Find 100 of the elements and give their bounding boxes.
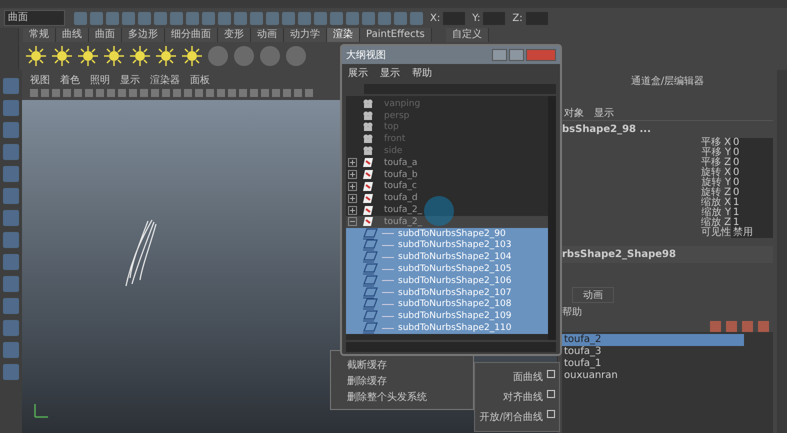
toolbar-icon[interactable] — [138, 12, 151, 24]
light-icon[interactable] — [155, 45, 177, 67]
toolbar-icon[interactable] — [122, 12, 135, 24]
outliner-item[interactable]: toufa_c — [384, 181, 417, 192]
tool-icon[interactable] — [3, 276, 19, 292]
panel-menu[interactable]: 显示 — [120, 73, 140, 85]
tool-icon[interactable] — [3, 298, 19, 314]
menu-item[interactable]: 截断缓存 — [331, 357, 473, 373]
channel-value[interactable]: 0 — [731, 178, 773, 188]
light-icon[interactable] — [51, 45, 73, 67]
tool-icon[interactable] — [3, 78, 19, 94]
layer-row[interactable]: ouxuanran — [562, 370, 744, 382]
tool-icon[interactable] — [3, 232, 19, 248]
toolbar-icon[interactable] — [330, 12, 343, 24]
toolbar-icon[interactable] — [362, 12, 375, 24]
channel-value[interactable]: 0 — [731, 188, 773, 198]
expand-toggle[interactable] — [348, 194, 357, 203]
scrollbar[interactable] — [548, 96, 556, 340]
tool-icon[interactable] — [3, 100, 19, 116]
tool-icon[interactable] — [3, 320, 19, 336]
shelf-tab[interactable]: 多边形 — [122, 28, 165, 42]
channel-menu[interactable]: 对象 — [564, 106, 584, 120]
expand-toggle[interactable] — [348, 217, 357, 226]
toolbar-icon[interactable] — [314, 12, 327, 24]
window-menu[interactable]: 显示 — [380, 66, 400, 80]
light-icon[interactable] — [25, 45, 47, 67]
option-box-icon[interactable] — [547, 370, 555, 378]
expand-toggle[interactable] — [348, 170, 357, 180]
shelf-tab[interactable]: 动画 — [251, 28, 284, 42]
minimize-button[interactable] — [492, 49, 507, 61]
menu-item[interactable]: 删除缓存 — [331, 373, 473, 389]
sphere-icon[interactable] — [233, 45, 255, 67]
menu-item[interactable]: 面曲线 — [513, 370, 543, 384]
option-box-icon[interactable] — [547, 390, 555, 398]
help-menu[interactable]: 帮助 — [562, 303, 773, 321]
sphere-icon[interactable] — [259, 45, 281, 67]
coord-field[interactable] — [443, 12, 466, 24]
layer-tool-icon[interactable] — [710, 321, 721, 332]
toolbar-icon[interactable] — [202, 12, 215, 24]
expand-toggle[interactable] — [348, 182, 357, 191]
shelf-tab[interactable]: 自定义 — [446, 28, 489, 42]
toolbar-icon[interactable] — [154, 12, 167, 24]
layer-row[interactable]: toufa_2 — [562, 334, 744, 346]
outliner-item[interactable]: toufa_b — [384, 170, 418, 180]
light-icon[interactable] — [103, 45, 125, 67]
toolbar-icon[interactable] — [170, 12, 183, 24]
channel-value[interactable]: 0 — [731, 148, 773, 158]
toolbar-icon[interactable] — [186, 12, 199, 24]
tool-icon[interactable] — [3, 166, 19, 182]
layer-tool-icon[interactable] — [726, 321, 737, 332]
channel-value[interactable]: 0 — [731, 158, 773, 168]
layer-row[interactable]: toufa_3 — [562, 346, 744, 358]
outliner-item[interactable]: toufa_2_ — [384, 205, 422, 216]
mode-dropdown[interactable]: 曲面 — [4, 10, 65, 26]
sphere-icon[interactable] — [285, 45, 307, 67]
panel-menu[interactable]: 照明 — [90, 73, 110, 85]
expand-toggle[interactable] — [348, 206, 357, 215]
layer-row[interactable]: toufa_1 — [562, 358, 744, 370]
channel-value[interactable]: 1 — [731, 198, 773, 208]
maximize-button[interactable] — [509, 49, 524, 61]
toolbar-icon[interactable] — [74, 12, 87, 24]
outliner-item[interactable]: toufa_d — [384, 193, 418, 204]
channel-value[interactable]: 0 — [731, 168, 773, 178]
outliner-item[interactable]: toufa_a — [384, 158, 418, 168]
toolbar-icon[interactable] — [90, 12, 103, 24]
layer-tool-icon[interactable] — [758, 321, 769, 332]
tool-icon[interactable] — [3, 210, 19, 226]
light-icon[interactable] — [181, 45, 203, 67]
panel-menu[interactable]: 着色 — [60, 73, 80, 85]
option-box-icon[interactable] — [547, 410, 555, 418]
panel-menu[interactable]: 面板 — [190, 73, 210, 85]
close-button[interactable] — [526, 49, 556, 61]
toolbar-icon[interactable] — [266, 12, 279, 24]
expand-toggle[interactable] — [348, 158, 357, 168]
panel-menu[interactable]: 视图 — [30, 73, 50, 85]
layer-tab[interactable]: 动画 — [572, 287, 614, 303]
shelf-tab[interactable]: 曲线 — [56, 28, 89, 42]
tool-icon[interactable] — [3, 144, 19, 160]
toolbar-icon[interactable] — [282, 12, 295, 24]
tool-icon[interactable] — [3, 188, 19, 204]
shelf-tab[interactable]: 渲染 — [327, 28, 360, 42]
toolbar-icon[interactable] — [298, 12, 311, 24]
menu-item[interactable]: 对齐曲线 — [503, 390, 543, 404]
tool-icon[interactable] — [3, 364, 19, 380]
coord-field[interactable] — [483, 12, 506, 24]
coord-field[interactable] — [526, 12, 548, 24]
shelf-tab[interactable]: PaintEffects — [360, 28, 432, 42]
window-menu[interactable]: 帮助 — [412, 66, 432, 80]
channel-value[interactable]: 0 — [731, 138, 773, 148]
toolbar-icon[interactable] — [218, 12, 231, 24]
channel-value[interactable]: 1 — [731, 208, 773, 218]
shelf-tab[interactable]: 细分曲面 — [165, 28, 218, 42]
channel-value[interactable]: 1 — [731, 218, 773, 228]
toolbar-icon[interactable] — [378, 12, 391, 24]
toolbar-icon[interactable] — [346, 12, 359, 24]
menu-item[interactable]: 删除整个头发系统 — [331, 389, 473, 405]
shelf-tab[interactable]: 曲面 — [89, 28, 122, 42]
shelf-tab[interactable]: 变形 — [218, 28, 251, 42]
toolbar-icon[interactable] — [394, 12, 407, 24]
layer-tool-icon[interactable] — [742, 321, 753, 332]
